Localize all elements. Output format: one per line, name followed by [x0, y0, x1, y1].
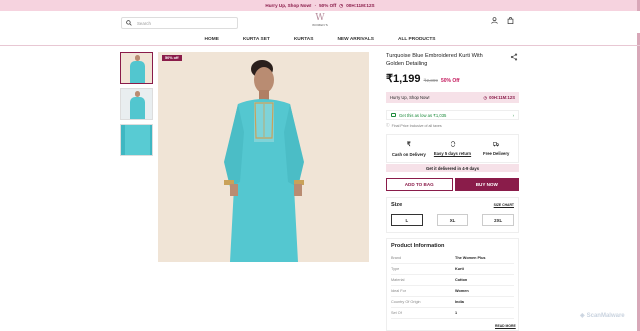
info-key: Set Of	[391, 311, 402, 315]
discount-badge: 50% off	[162, 55, 182, 61]
product-information: Product Information Brand The Women Plus …	[386, 238, 519, 331]
offer-tag-icon	[391, 113, 396, 117]
info-row: Brand The Women Plus	[391, 253, 514, 264]
thumbnail-kurta	[130, 61, 145, 83]
thumbnail-kurta	[130, 97, 145, 119]
tax-note: ⓘ Final Price Inclusive of all taxes	[386, 123, 442, 128]
offer-left: Get this as low as ₹1,035	[391, 113, 446, 118]
read-more-link[interactable]: READ MORE	[495, 324, 516, 328]
feature-cod: ₹ Cash on Delivery	[387, 135, 431, 162]
share-icon[interactable]	[510, 53, 518, 61]
discount-percent: 50% Off	[440, 78, 460, 84]
nav-item-new-arrivals[interactable]: NEW ARRIVALS	[337, 37, 374, 42]
info-key: Ideal For	[391, 289, 406, 293]
info-value: The Women Plus	[455, 256, 486, 260]
feature-label: Free Delivery	[483, 151, 510, 156]
watermark-text: ScanMalware	[586, 312, 625, 319]
info-row: Material Cotton	[391, 275, 514, 286]
thumbnail-list	[120, 52, 153, 160]
announcement-text: Hurry Up, Shop Now!	[265, 3, 312, 8]
buy-now-button[interactable]: BUY NOW	[454, 178, 519, 191]
chevron-right-icon: ›	[512, 112, 514, 118]
hurry-timer: 00H:11M:12S	[489, 95, 515, 100]
info-value: Kurti	[455, 267, 464, 271]
info-heading: Product Information	[391, 243, 445, 249]
user-icon[interactable]	[491, 17, 498, 24]
offer-row[interactable]: Get this as low as ₹1,035 ›	[386, 110, 519, 120]
size-heading: Size	[391, 202, 403, 208]
feature-free-delivery: Free Delivery	[474, 135, 518, 162]
watermark-icon: ◈	[580, 313, 585, 319]
brand-logo[interactable]: W WOMEN'S	[309, 14, 331, 32]
info-value: 1	[455, 311, 458, 315]
header-icons	[491, 17, 514, 24]
info-key: Type	[391, 267, 400, 271]
announcement-timer: 00H:11M:12S	[346, 3, 375, 8]
info-value: Cotton	[455, 278, 468, 282]
info-icon: ⓘ	[386, 123, 390, 127]
clock-icon: ◷	[339, 2, 344, 8]
size-option-2xl[interactable]: 2XL	[482, 214, 515, 226]
clock-icon: ◷	[483, 95, 488, 100]
nav-divider	[0, 45, 640, 46]
info-key: Country Of Origin	[391, 300, 421, 304]
features-row: ₹ Cash on Delivery Easy 5 days return Fr…	[386, 134, 519, 163]
product-title: Turquoise Blue Embroidered Kurti With Go…	[386, 53, 483, 67]
truck-icon	[493, 142, 500, 147]
model-figure	[224, 60, 304, 262]
feature-label: Easy 5 days return	[433, 151, 472, 156]
add-to-bag-button[interactable]: ADD TO BAG	[386, 178, 453, 191]
info-key: Material	[391, 278, 405, 282]
size-option-xl[interactable]: XL	[436, 214, 469, 226]
size-option-l[interactable]: L	[391, 214, 423, 226]
rupee-icon: ₹	[406, 141, 411, 148]
delivery-estimate: Get it delivered in 4-9 days	[386, 164, 519, 172]
logo-mark: W	[315, 13, 325, 23]
product-image[interactable]: 50% off	[158, 52, 369, 262]
price-block: ₹1,199 ₹2,399 50% Off	[386, 72, 460, 85]
thumbnail-kurta	[125, 125, 150, 155]
product-details: Turquoise Blue Embroidered Kurti With Go…	[386, 52, 520, 68]
info-row: Ideal For Women	[391, 286, 514, 297]
info-value: Women	[455, 289, 469, 293]
main-nav: HOME KURTA SET KURTAS NEW ARRIVALS ALL P…	[0, 33, 640, 45]
thumbnail-3[interactable]	[120, 124, 153, 156]
feature-label: Cash on Delivery	[391, 151, 426, 157]
thumbnail-2[interactable]	[120, 88, 153, 120]
hurry-banner: Hurry Up, Shop Now! ◷ 00H:11M:12S	[386, 92, 519, 103]
info-row: Set Of 1	[391, 308, 514, 319]
mrp-price: ₹2,399	[423, 78, 438, 83]
size-chart-link[interactable]: SIZE CHART	[494, 203, 514, 207]
watermark: ◈ ScanMalware	[580, 312, 625, 320]
search-placeholder: Search	[137, 20, 151, 26]
bag-icon[interactable]	[507, 17, 514, 24]
size-options: L XL 2XL	[391, 214, 515, 226]
info-key: Brand	[391, 256, 402, 260]
sale-price: ₹1,199	[386, 73, 421, 85]
info-value: India	[455, 300, 464, 304]
hurry-timer-wrap: ◷ 00H:11M:12S	[484, 95, 516, 100]
info-row: Type Kurti	[391, 264, 514, 275]
announcement-sep: ·	[314, 3, 317, 8]
nav-item-home[interactable]: HOME	[205, 37, 219, 42]
search-icon	[126, 20, 132, 26]
logo-text: WOMEN'S	[312, 23, 328, 27]
announcement-offer: 50% Off	[319, 3, 337, 8]
announcement-bar: Hurry Up, Shop Now! · 50% Off ◷ 00H:11M:…	[0, 0, 640, 11]
tax-note-text: Final Price Inclusive of all taxes	[391, 123, 442, 128]
nav-item-kurtas[interactable]: KURTAS	[294, 37, 314, 42]
size-header: Size SIZE CHART	[391, 202, 514, 208]
return-icon	[450, 141, 456, 147]
offer-text: Get this as low as ₹1,035	[399, 112, 447, 118]
feature-return[interactable]: Easy 5 days return	[431, 135, 475, 162]
hurry-text: Hurry Up, Shop Now!	[390, 95, 430, 100]
search-input[interactable]: Search	[121, 17, 238, 29]
size-selector: Size SIZE CHART L XL 2XL	[386, 197, 519, 233]
info-row: Country Of Origin India	[391, 297, 514, 308]
thumbnail-1[interactable]	[120, 52, 153, 84]
nav-item-kurta-set[interactable]: KURTA SET	[243, 37, 270, 42]
cta-row: ADD TO BAG BUY NOW	[386, 178, 519, 191]
nav-item-all-products[interactable]: ALL PRODUCTS	[398, 37, 436, 42]
